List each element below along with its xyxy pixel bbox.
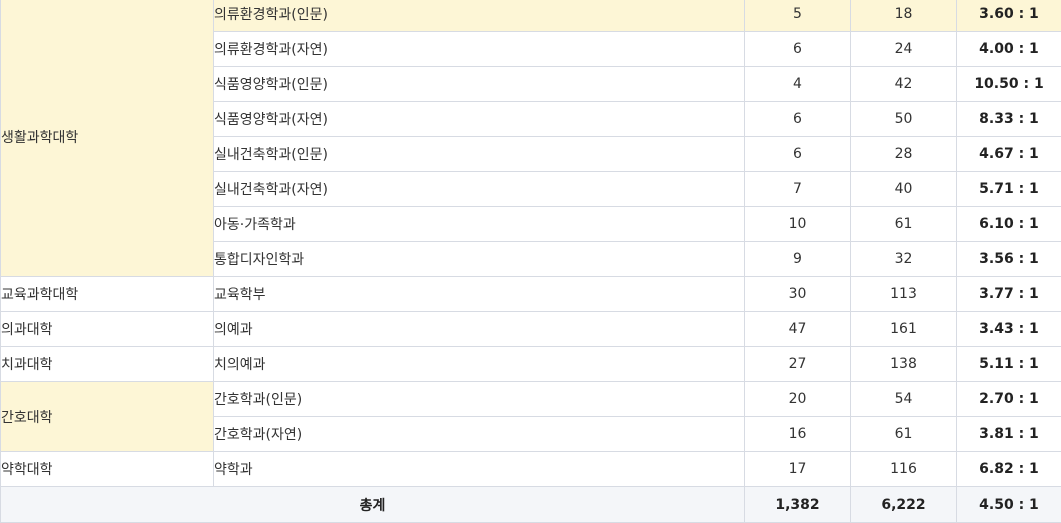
quota-cell: 6 bbox=[744, 31, 851, 67]
quota-cell: 16 bbox=[744, 416, 851, 452]
table-row: 간호대학 간호학과(인문) 20 54 2.70 : 1 bbox=[0, 381, 1061, 452]
applicants-cell: 18 bbox=[850, 0, 957, 32]
applicants-cell: 61 bbox=[850, 206, 957, 242]
admission-results-table: 생활과학대학 의류환경학과(인문) 5 18 3.60 : 1 의류환경학과(자연) 6 24… bbox=[0, 0, 1061, 523]
total-applicants: 6,222 bbox=[850, 486, 957, 523]
applicants-cell: 113 bbox=[850, 276, 957, 312]
quota-cell: 9 bbox=[744, 241, 851, 277]
table-row: 생활과학대학 의류환경학과(인문) 5 18 3.60 : 1 bbox=[0, 0, 1061, 277]
department-cell: 식품영양학과(자연) bbox=[213, 101, 745, 137]
competition-ratio-cell: 3.60 : 1 bbox=[956, 0, 1061, 32]
department-cell: 간호학과(자연) bbox=[213, 416, 745, 452]
competition-ratio-cell: 5.11 : 1 bbox=[956, 346, 1061, 382]
competition-ratio-cell: 4.67 : 1 bbox=[956, 136, 1061, 172]
total-row: 총계 1,382 6,222 4.50 : 1 bbox=[0, 486, 1061, 523]
quota-cell: 4 bbox=[744, 66, 851, 102]
department-cell: 치의예과 bbox=[213, 346, 745, 382]
competition-ratio-cell: 3.56 : 1 bbox=[956, 241, 1061, 277]
department-cell: 의예과 bbox=[213, 311, 745, 347]
department-cell: 실내건축학과(자연) bbox=[213, 171, 745, 207]
department-cell: 교육학부 bbox=[213, 276, 745, 312]
quota-cell: 10 bbox=[744, 206, 851, 242]
quota-cell: 27 bbox=[744, 346, 851, 382]
table-row: 의과대학 의예과 47 161 3.43 : 1 bbox=[0, 311, 1061, 347]
quota-cell: 7 bbox=[744, 171, 851, 207]
total-label: 총계 bbox=[0, 486, 745, 523]
competition-ratio-cell: 2.70 : 1 bbox=[956, 381, 1061, 417]
total-quota: 1,382 bbox=[744, 486, 851, 523]
applicants-cell: 32 bbox=[850, 241, 957, 277]
total-ratio: 4.50 : 1 bbox=[956, 486, 1061, 523]
applicants-cell: 28 bbox=[850, 136, 957, 172]
quota-cell: 47 bbox=[744, 311, 851, 347]
quota-cell: 6 bbox=[744, 136, 851, 172]
table-row: 치과대학 치의예과 27 138 5.11 : 1 bbox=[0, 346, 1061, 382]
competition-ratio-cell: 4.00 : 1 bbox=[956, 31, 1061, 67]
college-cell: 약학대학 bbox=[0, 451, 214, 487]
department-cell: 아동·가족학과 bbox=[213, 206, 745, 242]
applicants-cell: 138 bbox=[850, 346, 957, 382]
competition-ratio-cell: 3.77 : 1 bbox=[956, 276, 1061, 312]
applicants-cell: 116 bbox=[850, 451, 957, 487]
quota-cell: 6 bbox=[744, 101, 851, 137]
department-cell: 의류환경학과(인문) bbox=[213, 0, 745, 32]
college-cell: 치과대학 bbox=[0, 346, 214, 382]
quota-cell: 30 bbox=[744, 276, 851, 312]
college-cell: 의과대학 bbox=[0, 311, 214, 347]
applicants-cell: 42 bbox=[850, 66, 957, 102]
applicants-cell: 61 bbox=[850, 416, 957, 452]
quota-cell: 5 bbox=[744, 0, 851, 32]
applicants-cell: 161 bbox=[850, 311, 957, 347]
competition-ratio-cell: 3.81 : 1 bbox=[956, 416, 1061, 452]
department-cell: 의류환경학과(자연) bbox=[213, 31, 745, 67]
college-cell: 간호대학 bbox=[0, 381, 214, 452]
table-body: 생활과학대학 의류환경학과(인문) 5 18 3.60 : 1 의류환경학과(자연) 6 24… bbox=[0, 0, 1061, 523]
table-row: 약학대학 약학과 17 116 6.82 : 1 bbox=[0, 451, 1061, 487]
applicants-cell: 40 bbox=[850, 171, 957, 207]
competition-ratio-cell: 5.71 : 1 bbox=[956, 171, 1061, 207]
department-cell: 통합디자인학과 bbox=[213, 241, 745, 277]
applicants-cell: 24 bbox=[850, 31, 957, 67]
college-cell: 교육과학대학 bbox=[0, 276, 214, 312]
competition-ratio-cell: 8.33 : 1 bbox=[956, 101, 1061, 137]
quota-cell: 20 bbox=[744, 381, 851, 417]
department-cell: 실내건축학과(인문) bbox=[213, 136, 745, 172]
competition-ratio-cell: 6.10 : 1 bbox=[956, 206, 1061, 242]
competition-ratio-cell: 6.82 : 1 bbox=[956, 451, 1061, 487]
department-cell: 약학과 bbox=[213, 451, 745, 487]
college-cell: 생활과학대학 bbox=[0, 0, 214, 277]
applicants-cell: 54 bbox=[850, 381, 957, 417]
department-cell: 간호학과(인문) bbox=[213, 381, 745, 417]
competition-ratio-cell: 10.50 : 1 bbox=[956, 66, 1061, 102]
quota-cell: 17 bbox=[744, 451, 851, 487]
department-cell: 식품영양학과(인문) bbox=[213, 66, 745, 102]
applicants-cell: 50 bbox=[850, 101, 957, 137]
competition-ratio-cell: 3.43 : 1 bbox=[956, 311, 1061, 347]
table-row: 교육과학대학 교육학부 30 113 3.77 : 1 bbox=[0, 276, 1061, 312]
